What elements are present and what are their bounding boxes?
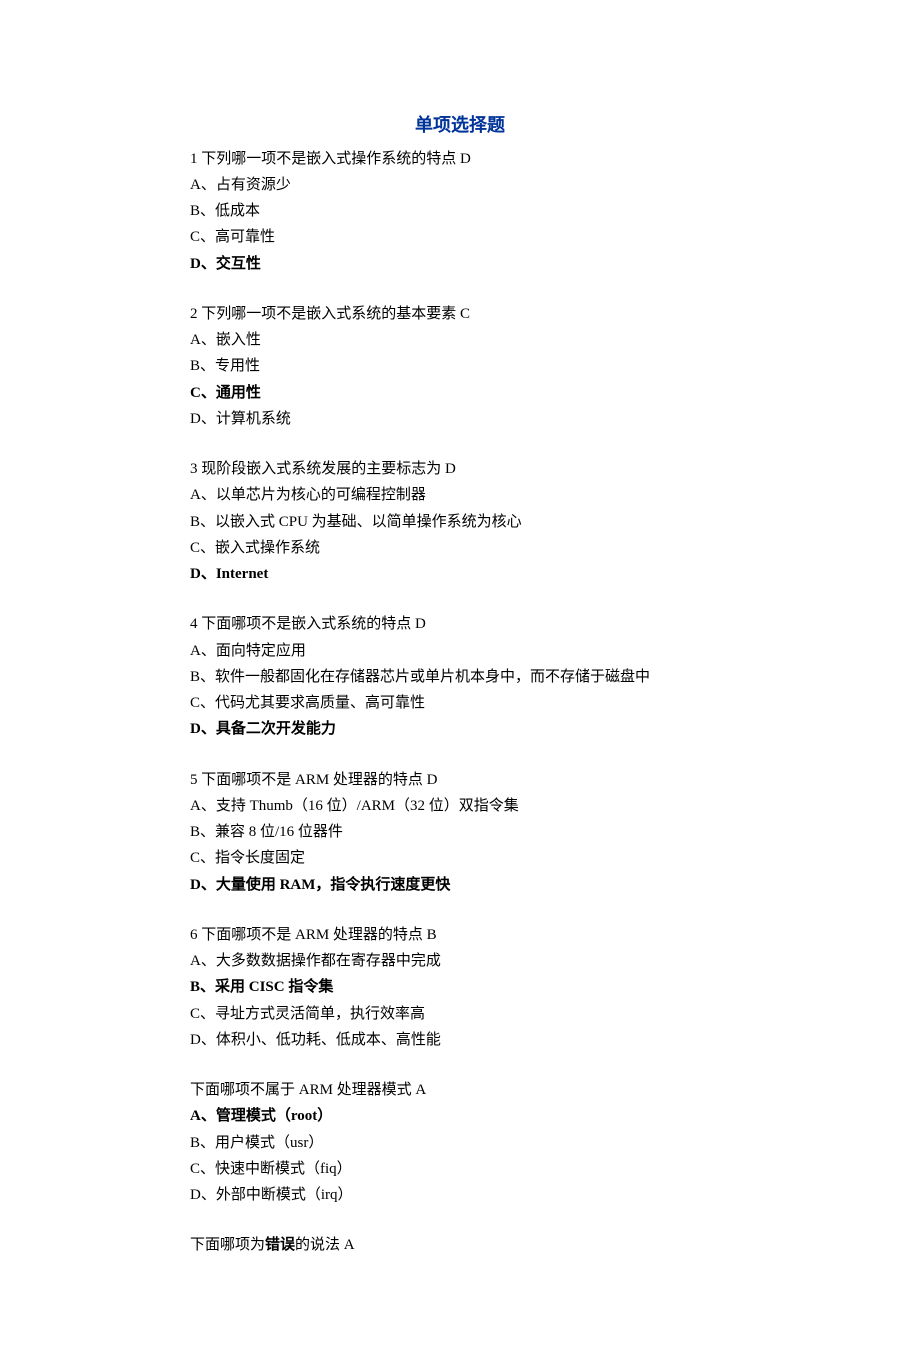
option: A、以单芯片为核心的可编程控制器 — [190, 482, 730, 508]
option: C、寻址方式灵活简单，执行效率高 — [190, 1001, 730, 1027]
trailing-bold: 错误 — [265, 1237, 295, 1253]
question-prompt: 3 现阶段嵌入式系统发展的主要标志为 D — [190, 456, 730, 482]
option: B、兼容 8 位/16 位器件 — [190, 819, 730, 845]
option: D、体积小、低功耗、低成本、高性能 — [190, 1027, 730, 1053]
option: B、软件一般都固化在存储器芯片或单片机本身中，而不存储于磁盘中 — [190, 664, 730, 690]
option: A、占有资源少 — [190, 172, 730, 198]
option: A、支持 Thumb（16 位）/ARM（32 位）双指令集 — [190, 793, 730, 819]
option: C、高可靠性 — [190, 224, 730, 250]
question-block: 6 下面哪项不是 ARM 处理器的特点 BA、大多数数据操作都在寄存器中完成B、… — [190, 922, 730, 1053]
question-prompt: 下面哪项不属于 ARM 处理器模式 A — [190, 1077, 730, 1103]
option: C、代码尤其要求高质量、高可靠性 — [190, 690, 730, 716]
option: B、采用 CISC 指令集 — [190, 974, 730, 1000]
option: A、面向特定应用 — [190, 638, 730, 664]
question-block: 1 下列哪一项不是嵌入式操作系统的特点 DA、占有资源少B、低成本C、高可靠性D… — [190, 146, 730, 277]
question-block: 3 现阶段嵌入式系统发展的主要标志为 DA、以单芯片为核心的可编程控制器B、以嵌… — [190, 456, 730, 587]
option: C、指令长度固定 — [190, 845, 730, 871]
option: D、交互性 — [190, 251, 730, 277]
option: A、管理模式（root） — [190, 1103, 730, 1129]
trailing-post: 的说法 A — [295, 1237, 355, 1253]
question-block: 下面哪项不属于 ARM 处理器模式 AA、管理模式（root）B、用户模式（us… — [190, 1077, 730, 1208]
option: D、Internet — [190, 561, 730, 587]
option: B、低成本 — [190, 198, 730, 224]
option: C、快速中断模式（fiq） — [190, 1156, 730, 1182]
question-prompt: 4 下面哪项不是嵌入式系统的特点 D — [190, 611, 730, 637]
trailing-pre: 下面哪项为 — [190, 1237, 265, 1253]
option: D、大量使用 RAM，指令执行速度更快 — [190, 872, 730, 898]
question-block: 2 下列哪一项不是嵌入式系统的基本要素 CA、嵌入性B、专用性C、通用性D、计算… — [190, 301, 730, 432]
option: A、大多数数据操作都在寄存器中完成 — [190, 948, 730, 974]
page-title: 单项选择题 — [190, 110, 730, 142]
question-prompt: 1 下列哪一项不是嵌入式操作系统的特点 D — [190, 146, 730, 172]
option: D、具备二次开发能力 — [190, 716, 730, 742]
question-prompt-trailing: 下面哪项为错误的说法 A — [190, 1232, 730, 1258]
option: C、嵌入式操作系统 — [190, 535, 730, 561]
document-page: 单项选择题 1 下列哪一项不是嵌入式操作系统的特点 DA、占有资源少B、低成本C… — [0, 0, 920, 1363]
questions-container: 1 下列哪一项不是嵌入式操作系统的特点 DA、占有资源少B、低成本C、高可靠性D… — [190, 146, 730, 1209]
question-block-trailing: 下面哪项为错误的说法 A — [190, 1232, 730, 1258]
option: A、嵌入性 — [190, 327, 730, 353]
option: C、通用性 — [190, 380, 730, 406]
question-block: 5 下面哪项不是 ARM 处理器的特点 DA、支持 Thumb（16 位）/AR… — [190, 767, 730, 898]
option: D、外部中断模式（irq） — [190, 1182, 730, 1208]
question-prompt: 6 下面哪项不是 ARM 处理器的特点 B — [190, 922, 730, 948]
question-prompt: 2 下列哪一项不是嵌入式系统的基本要素 C — [190, 301, 730, 327]
option: B、专用性 — [190, 353, 730, 379]
question-block: 4 下面哪项不是嵌入式系统的特点 DA、面向特定应用B、软件一般都固化在存储器芯… — [190, 611, 730, 742]
option: D、计算机系统 — [190, 406, 730, 432]
option: B、以嵌入式 CPU 为基础、以简单操作系统为核心 — [190, 509, 730, 535]
question-prompt: 5 下面哪项不是 ARM 处理器的特点 D — [190, 767, 730, 793]
option: B、用户模式（usr） — [190, 1130, 730, 1156]
